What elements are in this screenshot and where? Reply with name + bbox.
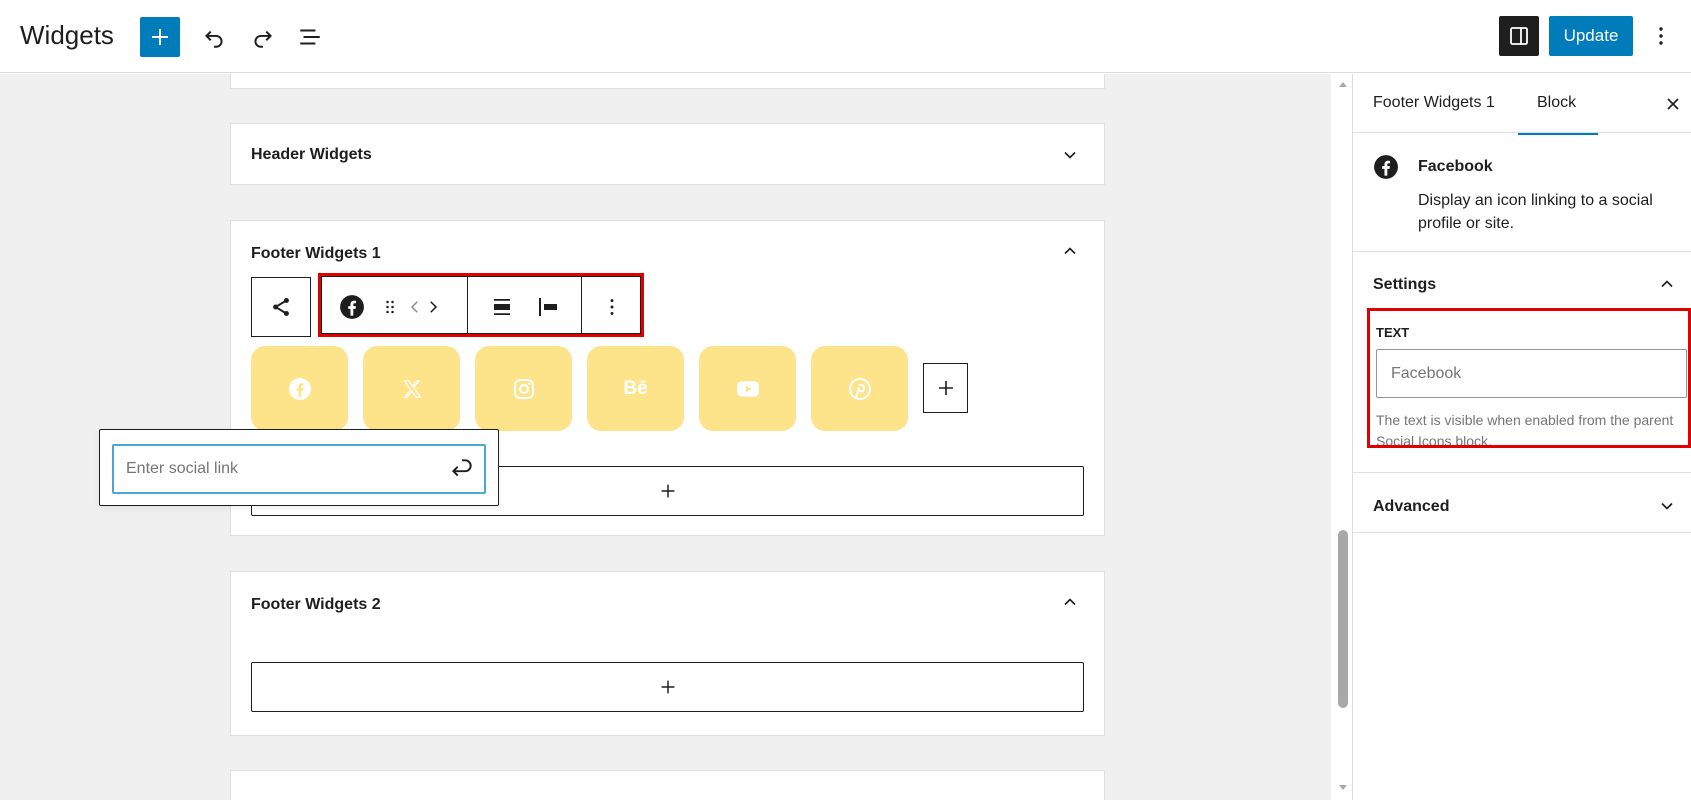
divider bbox=[1353, 132, 1691, 133]
undo-icon bbox=[205, 30, 223, 48]
plus-icon bbox=[661, 680, 674, 694]
text-field-label: TEXT bbox=[1376, 325, 1410, 340]
redo-button[interactable] bbox=[243, 17, 283, 57]
drag-handle-icon bbox=[386, 300, 394, 314]
close-sidebar-button[interactable] bbox=[1661, 92, 1685, 116]
more-vertical-icon bbox=[610, 299, 614, 315]
text-field-help: The text is visible when enabled from th… bbox=[1376, 412, 1674, 448]
social-link-youtube[interactable] bbox=[699, 346, 796, 431]
block-toolbar bbox=[318, 273, 644, 337]
widget-area-bottom-partial bbox=[230, 770, 1105, 800]
add-block-button[interactable] bbox=[140, 17, 180, 57]
block-toolbar-frame bbox=[321, 276, 641, 334]
widget-area-title: Header Widgets bbox=[251, 146, 372, 163]
block-options-button[interactable] bbox=[594, 289, 630, 325]
pinterest-icon bbox=[848, 377, 871, 400]
chevron-down-icon bbox=[1661, 502, 1673, 510]
tab-block[interactable]: Block bbox=[1537, 94, 1576, 112]
add-social-icon-button[interactable] bbox=[923, 363, 968, 413]
divider bbox=[1353, 472, 1691, 473]
settings-toggle-button[interactable] bbox=[1499, 16, 1539, 56]
sidebar-toggle-icon bbox=[1510, 27, 1528, 45]
align-left-bar-icon bbox=[539, 298, 557, 316]
chevron-down-icon bbox=[1064, 151, 1076, 159]
youtube-icon bbox=[736, 380, 759, 397]
chevron-right-icon bbox=[430, 301, 438, 313]
vertical-align-button[interactable] bbox=[530, 289, 566, 325]
scroll-up-icon[interactable] bbox=[1337, 78, 1349, 90]
widget-area-title: Footer Widgets 1 bbox=[251, 245, 381, 262]
social-link-input[interactable] bbox=[114, 446, 434, 492]
scroll-down-icon[interactable] bbox=[1337, 782, 1349, 794]
options-button[interactable] bbox=[1643, 16, 1679, 56]
divider bbox=[1353, 532, 1691, 533]
share-icon bbox=[273, 298, 289, 316]
expand-advanced-button[interactable] bbox=[1655, 494, 1679, 518]
justify-space-icon bbox=[494, 299, 510, 315]
widget-area-header[interactable]: Header Widgets bbox=[230, 123, 1105, 185]
social-link-x[interactable] bbox=[363, 346, 460, 431]
advanced-panel-title[interactable]: Advanced bbox=[1373, 498, 1449, 516]
toolbar-separator bbox=[581, 277, 582, 333]
chevron-up-icon bbox=[1064, 598, 1076, 606]
divider bbox=[1353, 251, 1691, 252]
social-link-pinterest[interactable] bbox=[811, 346, 908, 431]
canvas-scrollbar-thumb[interactable] bbox=[1338, 530, 1348, 708]
page-title: Widgets bbox=[20, 20, 114, 50]
widget-area-top-partial bbox=[230, 74, 1105, 89]
facebook-icon bbox=[288, 377, 311, 400]
add-block-appender[interactable] bbox=[251, 662, 1084, 712]
collapse-settings-button[interactable] bbox=[1655, 272, 1679, 296]
editor-header: Widgets Update bbox=[0, 0, 1691, 73]
list-view-button[interactable] bbox=[290, 17, 330, 57]
update-button[interactable]: Update bbox=[1549, 16, 1633, 56]
more-vertical-icon bbox=[1659, 27, 1663, 45]
social-link-behance[interactable]: Bē bbox=[587, 346, 684, 431]
tab-widget-area[interactable]: Footer Widgets 1 bbox=[1373, 94, 1495, 112]
collapse-area-button[interactable] bbox=[1058, 590, 1082, 614]
justify-button[interactable] bbox=[484, 289, 520, 325]
enter-return-icon bbox=[451, 459, 472, 477]
expand-area-button[interactable] bbox=[1058, 143, 1082, 167]
social-link-facebook[interactable] bbox=[251, 346, 348, 431]
collapse-area-button[interactable] bbox=[1058, 239, 1082, 263]
settings-sidebar: Footer Widgets 1 Block Facebook Display … bbox=[1352, 74, 1691, 800]
list-view-icon bbox=[300, 29, 320, 45]
behance-icon: Bē bbox=[623, 377, 648, 399]
toolbar-separator bbox=[467, 277, 468, 333]
text-field[interactable] bbox=[1376, 349, 1687, 398]
social-link-field bbox=[112, 444, 486, 494]
block-card-title: Facebook bbox=[1418, 158, 1493, 175]
widget-area-title: Footer Widgets 2 bbox=[251, 596, 381, 613]
text-setting-group: TEXT The text is visible when enabled fr… bbox=[1367, 308, 1691, 448]
plus-icon bbox=[661, 484, 674, 498]
drag-handle[interactable] bbox=[372, 289, 408, 325]
chevron-up-icon bbox=[1064, 247, 1076, 255]
plus-icon bbox=[938, 381, 953, 395]
plus-icon bbox=[152, 29, 168, 45]
settings-panel-title[interactable]: Settings bbox=[1373, 276, 1436, 294]
social-link-popover bbox=[99, 429, 499, 506]
close-icon bbox=[1667, 98, 1679, 110]
social-link-instagram[interactable] bbox=[475, 346, 572, 431]
chevron-up-icon bbox=[1661, 280, 1673, 288]
block-type-button[interactable] bbox=[334, 289, 370, 325]
select-parent-block-button[interactable] bbox=[251, 277, 311, 337]
block-card-description: Display an icon linking to a social prof… bbox=[1418, 192, 1653, 232]
facebook-icon bbox=[340, 295, 364, 319]
x-icon bbox=[402, 379, 421, 398]
facebook-icon bbox=[1374, 155, 1398, 179]
instagram-icon bbox=[513, 378, 534, 399]
redo-icon bbox=[254, 30, 272, 48]
submit-link-button[interactable] bbox=[448, 455, 476, 483]
move-right-button[interactable] bbox=[422, 289, 444, 325]
undo-button[interactable] bbox=[194, 17, 234, 57]
